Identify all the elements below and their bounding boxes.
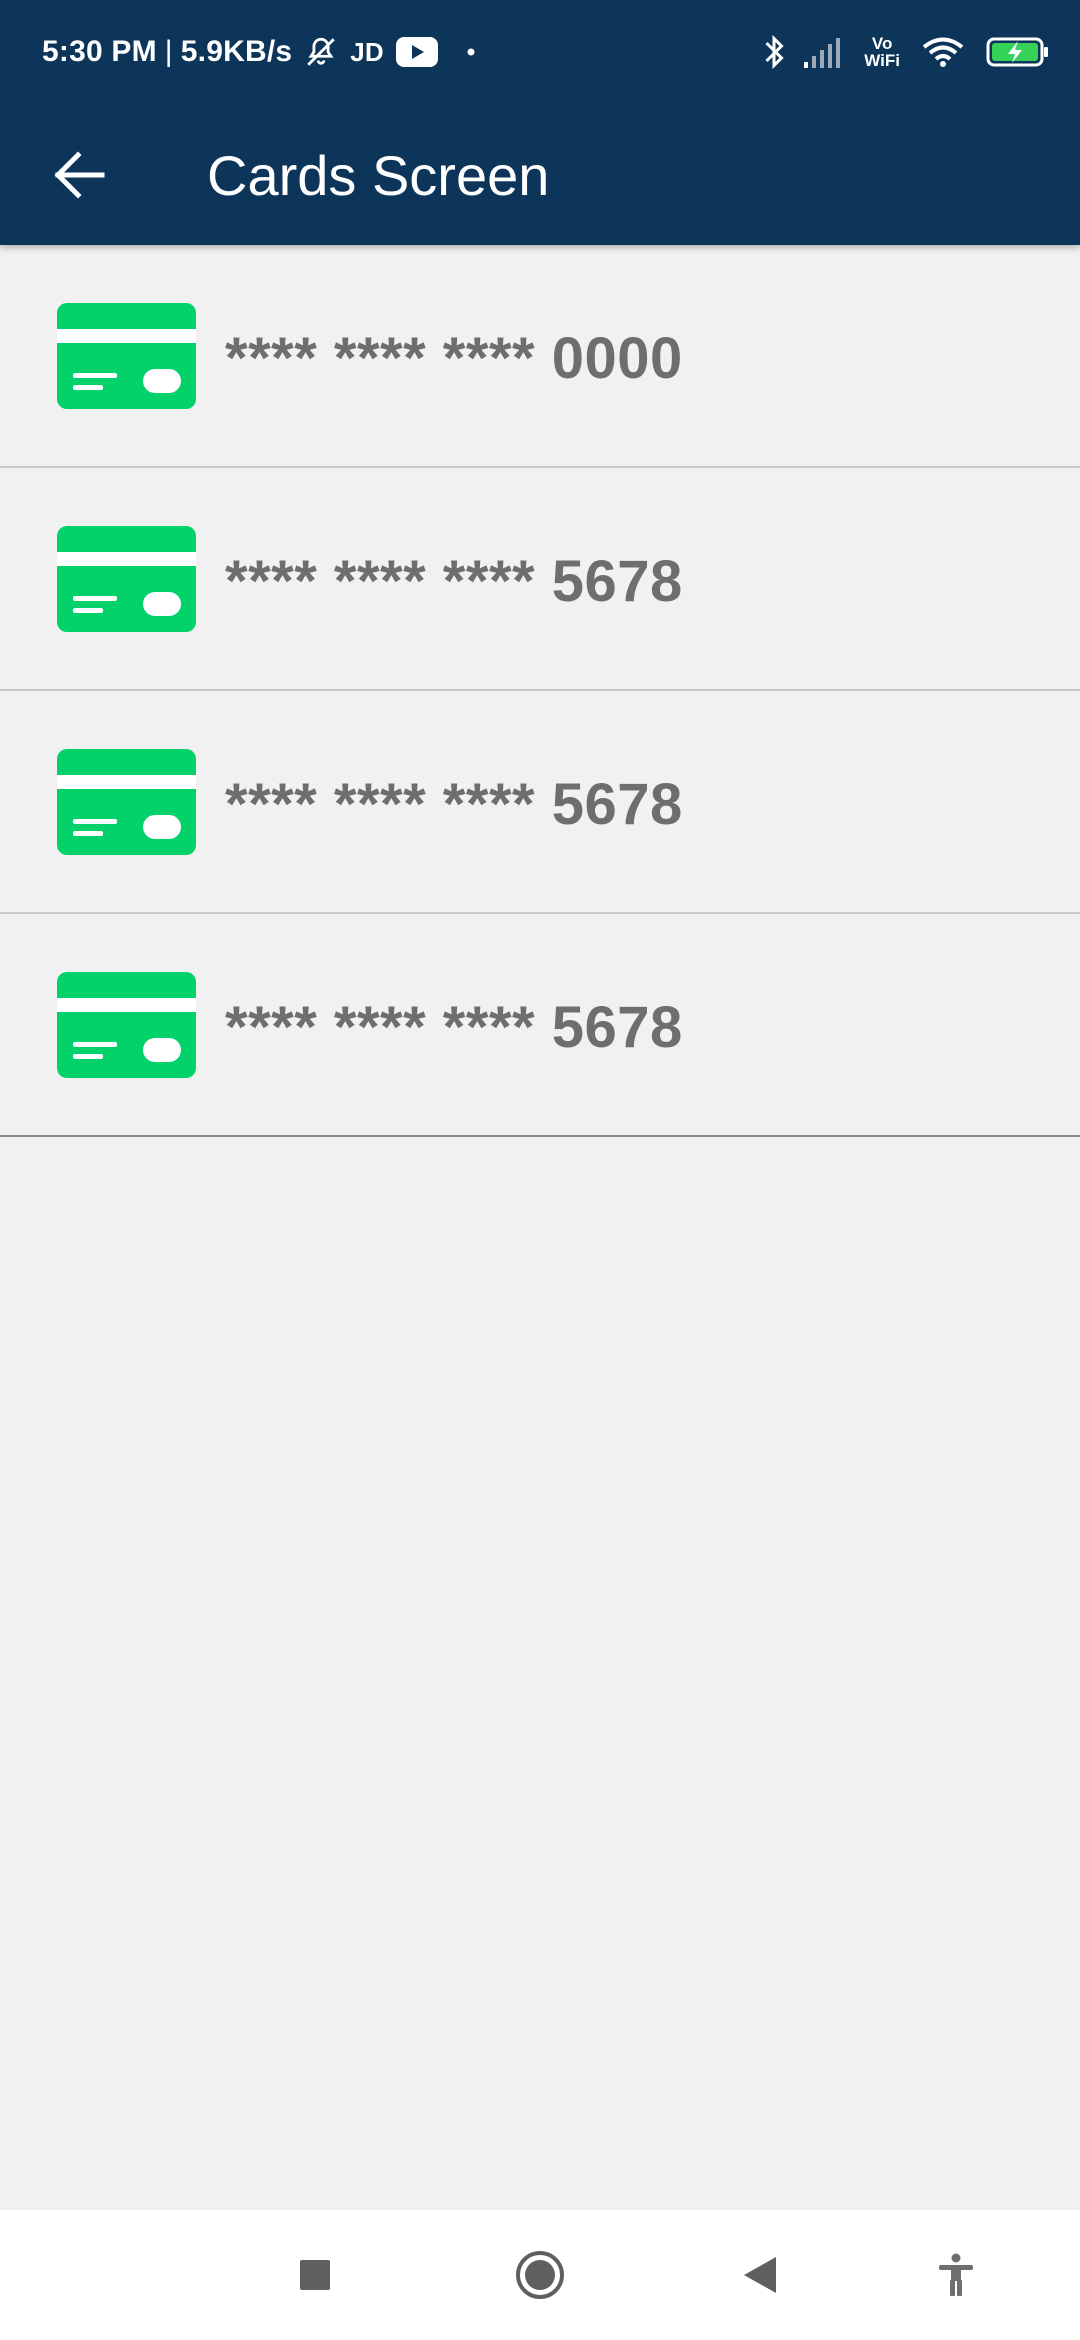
credit-card-icon [57,749,196,855]
vowifi-bottom-label: WiFi [864,51,900,70]
cards-screen: 5:30 PM | 5.9KB/s JD Vo WiFi Cards Scree… [0,0,1080,2340]
arrow-left-icon [54,151,105,199]
credit-card-icon [57,972,196,1078]
card-list-item-3[interactable]: **** **** **** 5678 [0,914,1080,1137]
card-number: **** **** **** 0000 [225,325,683,391]
dot-icon [466,47,476,57]
back-nav-button[interactable] [730,2245,790,2305]
page-title: Cards Screen [207,143,550,207]
app-bar: Cards Screen [0,105,1080,245]
bluetooth-icon [762,34,786,70]
card-list-item-0[interactable]: **** **** **** 0000 [0,245,1080,468]
battery-charging-icon [986,36,1050,68]
youtube-icon [395,37,438,67]
system-nav-bar [0,2210,1080,2340]
status-time: 5:30 PM [42,35,157,68]
carrier-tag: JD [350,36,384,67]
back-button[interactable] [40,137,120,213]
vowifi-top-label: Vo [871,34,893,53]
status-network-speed: 5.9KB/s [180,35,293,68]
card-list: **** **** **** 0000 **** **** **** 5678 … [0,245,1080,1137]
mute-bell-icon [304,35,338,69]
card-number: **** **** **** 5678 [225,771,683,837]
home-circle-icon [516,2251,564,2299]
accessibility-button[interactable] [926,2245,986,2305]
home-button[interactable] [510,2245,570,2305]
card-number: **** **** **** 5678 [225,548,683,614]
credit-card-icon [57,303,196,409]
card-list-item-1[interactable]: **** **** **** 5678 [0,468,1080,691]
vowifi-icon: Vo WiFi [864,35,900,69]
signal-icon [802,36,842,68]
accessibility-icon [939,2253,973,2296]
back-triangle-icon [744,2257,776,2293]
card-list-item-2[interactable]: **** **** **** 5678 [0,691,1080,914]
status-bar: 5:30 PM | 5.9KB/s JD Vo WiFi [0,0,1080,105]
status-separator: | [164,35,173,68]
status-right: Vo WiFi [740,28,1050,76]
wifi-icon [922,36,964,68]
recents-square-icon [300,2260,330,2290]
status-left: 5:30 PM | 5.9KB/s JD [42,30,476,74]
credit-card-icon [57,526,196,632]
recents-button[interactable] [285,2245,345,2305]
card-number: **** **** **** 5678 [225,994,683,1060]
